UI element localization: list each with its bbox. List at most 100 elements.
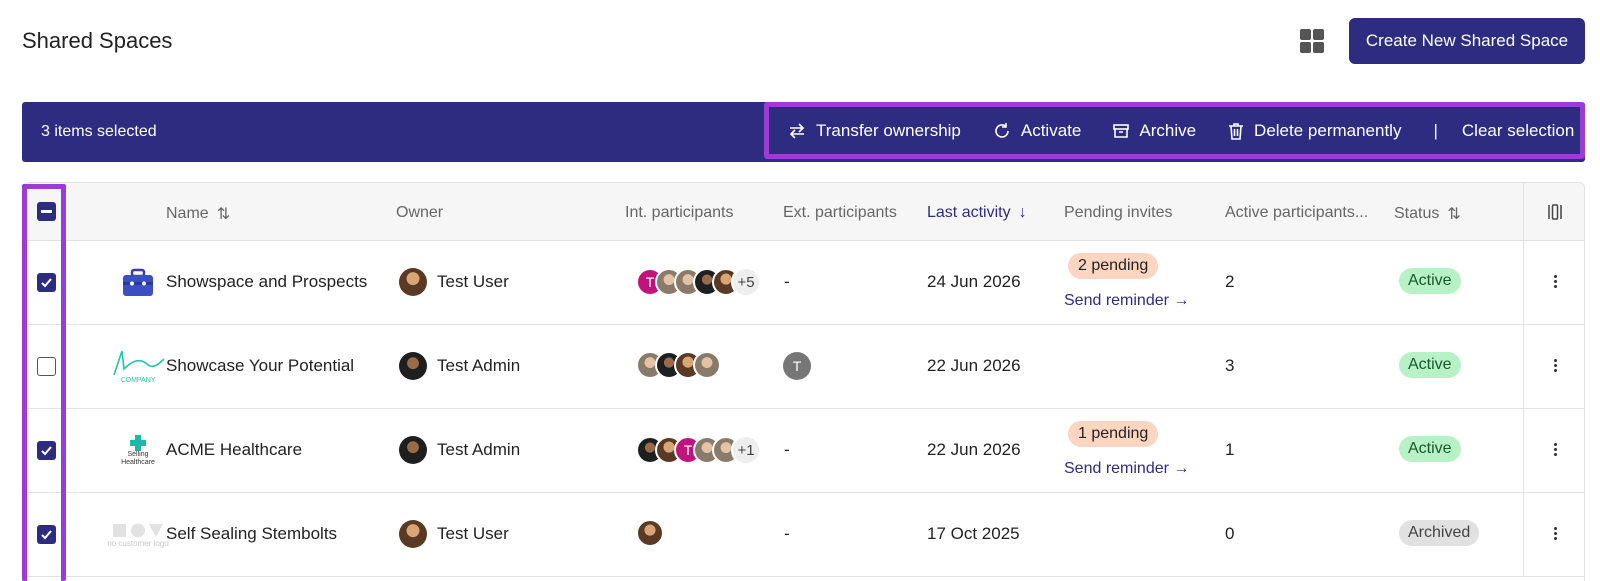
- owner: Test User: [399, 268, 509, 296]
- row-menu-icon[interactable]: [1552, 443, 1558, 456]
- space-name[interactable]: Self Sealing Stembolts: [166, 524, 337, 544]
- send-reminder-link[interactable]: Send reminder →: [1064, 460, 1189, 478]
- active-participants: 1: [1225, 440, 1235, 459]
- column-owner: Owner: [396, 204, 444, 221]
- clear-selection-button[interactable]: Clear selection: [1462, 121, 1574, 141]
- row-menu-icon[interactable]: [1552, 359, 1558, 372]
- ext-participants: -: [784, 524, 790, 543]
- int-participants-stack[interactable]: T +1: [636, 435, 761, 465]
- avatar: [636, 519, 664, 547]
- owner: Test User: [399, 520, 509, 548]
- row-checkbox[interactable]: [37, 525, 56, 544]
- space-name[interactable]: Showcase Your Potential: [166, 356, 354, 376]
- archive-button[interactable]: Archive: [1113, 121, 1196, 141]
- avatar: [693, 351, 721, 379]
- column-name[interactable]: Name ⇅: [166, 204, 230, 224]
- more-participants-count: +5: [731, 267, 761, 297]
- sort-desc-icon[interactable]: ↓: [1019, 204, 1027, 222]
- more-participants-count: +1: [731, 435, 761, 465]
- status-badge: Active: [1399, 352, 1461, 378]
- status-badge: Active: [1399, 268, 1461, 294]
- space-name[interactable]: Showspace and Prospects: [166, 272, 367, 292]
- selection-bar: 3 items selected Transfer ownership Acti…: [22, 102, 1585, 162]
- column-pending-invites: Pending invites: [1064, 204, 1173, 221]
- send-reminder-link[interactable]: Send reminder →: [1064, 292, 1189, 310]
- column-last-activity[interactable]: Last activity ↓: [927, 204, 1027, 222]
- owner-name: Test Admin: [437, 356, 521, 375]
- ext-participant-avatar: T: [783, 352, 811, 380]
- grid-icon[interactable]: [1300, 29, 1324, 53]
- table-row[interactable]: Showspace and Prospects Test User T +5 -…: [23, 241, 1584, 325]
- int-participants-stack[interactable]: T +5: [636, 267, 761, 297]
- avatar: [399, 352, 427, 380]
- delete-permanently-label: Delete permanently: [1254, 120, 1402, 140]
- column-ext-participants: Ext. participants: [783, 204, 897, 221]
- column-name-label: Name: [166, 205, 209, 222]
- last-activity: 22 Jun 2026: [927, 356, 1021, 375]
- table-header: Name ⇅ Owner Int. participants Ext. parti…: [23, 183, 1584, 241]
- swap-arrows-icon: [789, 122, 805, 139]
- logo-caption: Selling Healthcare: [121, 451, 155, 466]
- transfer-ownership-label: Transfer ownership: [816, 120, 961, 140]
- column-status[interactable]: Status ⇅: [1394, 204, 1461, 224]
- trash-icon: [1229, 122, 1244, 140]
- action-separator: |: [1433, 120, 1438, 140]
- transfer-ownership-button[interactable]: Transfer ownership: [788, 121, 961, 141]
- archive-label: Archive: [1139, 120, 1197, 140]
- row-checkbox[interactable]: [37, 357, 56, 376]
- row-checkbox[interactable]: [37, 273, 56, 292]
- column-active-participants: Active participants...: [1225, 204, 1369, 221]
- avatar: [399, 520, 427, 548]
- status-badge: Active: [1399, 436, 1461, 462]
- sort-icon[interactable]: ⇅: [217, 204, 230, 224]
- active-participants: 0: [1225, 524, 1235, 543]
- table-row[interactable]: no customer logo Self Sealing Stembolts …: [23, 493, 1584, 577]
- row-checkbox[interactable]: [37, 441, 56, 460]
- shared-spaces-table: Name ⇅ Owner Int. participants Ext. parti…: [22, 182, 1585, 581]
- table-row[interactable]: Selling Healthcare ACME Healthcare Test …: [23, 409, 1584, 493]
- archive-icon: [1113, 123, 1130, 138]
- page-title: Shared Spaces: [22, 28, 173, 53]
- column-divider: [1523, 493, 1524, 577]
- space-name[interactable]: ACME Healthcare: [166, 440, 302, 460]
- column-last-activity-label: Last activity: [927, 204, 1011, 221]
- owner: Test Admin: [399, 352, 520, 380]
- sort-icon[interactable]: ⇅: [1447, 204, 1460, 224]
- owner: Test Admin: [399, 436, 520, 464]
- owner-name: Test User: [437, 524, 509, 543]
- select-all-checkbox[interactable]: [37, 202, 56, 221]
- column-int-participants: Int. participants: [625, 204, 734, 221]
- int-participants-stack[interactable]: [636, 519, 664, 547]
- activate-button[interactable]: Activate: [993, 121, 1081, 141]
- table-row[interactable]: COMPANY Showcase Your Potential Test Adm…: [23, 325, 1584, 409]
- avatar: [399, 268, 427, 296]
- column-divider: [1523, 325, 1524, 409]
- ext-participants: -: [784, 440, 790, 459]
- refresh-icon: [995, 122, 1009, 138]
- owner-name: Test User: [437, 272, 509, 291]
- status-badge: Archived: [1399, 520, 1480, 546]
- ext-participants: -: [784, 272, 790, 291]
- clear-selection-label: Clear selection: [1461, 120, 1575, 140]
- int-participants-stack[interactable]: [636, 351, 721, 379]
- create-shared-space-button[interactable]: Create New Shared Space: [1349, 18, 1585, 64]
- logo-caption: no customer logo: [107, 538, 169, 548]
- active-participants: 2: [1225, 272, 1235, 291]
- last-activity: 22 Jun 2026: [927, 440, 1021, 459]
- delete-permanently-button[interactable]: Delete permanently: [1228, 121, 1401, 141]
- column-divider: [1523, 241, 1524, 325]
- last-activity: 24 Jun 2026: [927, 272, 1021, 291]
- selection-count: 3 items selected: [41, 123, 157, 140]
- owner-name: Test Admin: [437, 440, 521, 459]
- active-participants: 3: [1225, 356, 1235, 375]
- row-menu-icon[interactable]: [1552, 275, 1558, 288]
- bulk-actions: Transfer ownership Activate Archive Dele…: [764, 102, 1585, 159]
- column-status-label: Status: [1394, 205, 1440, 222]
- column-settings-icon[interactable]: [1523, 183, 1584, 241]
- row-menu-icon[interactable]: [1552, 527, 1558, 540]
- pending-invites-badge: 2 pending: [1068, 253, 1159, 279]
- pending-invites-badge: 1 pending: [1068, 421, 1159, 447]
- activate-label: Activate: [1020, 120, 1082, 140]
- last-activity: 17 Oct 2025: [927, 524, 1020, 543]
- column-divider: [1523, 409, 1524, 493]
